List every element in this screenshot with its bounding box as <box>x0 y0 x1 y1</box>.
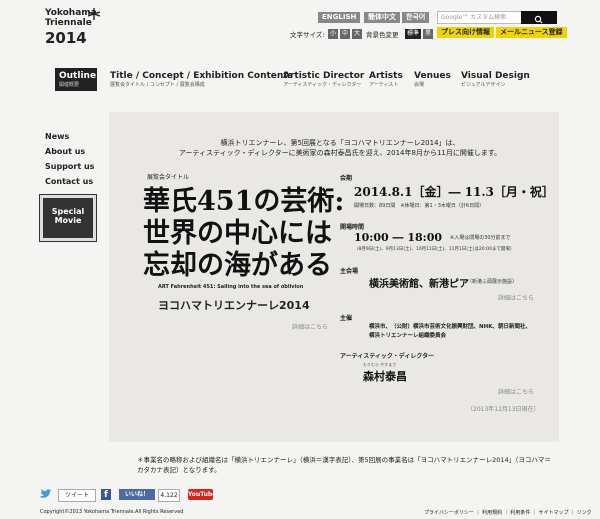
title-english: ART Fahrenheit 451: Sailing into the sea… <box>158 284 304 290</box>
nav-title-concept-label: Title / Concept / Exhibition Contents <box>110 71 293 81</box>
title-label: 展覧会タイトル <box>147 174 190 181</box>
hours-note2: （8月9日(土)、9月13日(土)、10月11日(土)、11月1日(土)は20:… <box>354 247 515 252</box>
nav-artists-sub: アーティスト <box>369 82 399 88</box>
press-info-button[interactable]: プレス向け情報 <box>437 27 494 38</box>
title-line3: 忘却の海がある <box>143 250 332 281</box>
nav-visual-design-label: Visual Design <box>461 71 530 81</box>
logo-year: 2014 <box>45 29 87 47</box>
search-icon <box>534 15 543 24</box>
period-note: 開場日数：89日間 ※休場日：第1・3木曜日（計6日間） <box>354 203 485 209</box>
nav-artists[interactable]: Artists アーティスト <box>369 71 403 89</box>
font-size-small-button[interactable]: 小 <box>328 29 338 39</box>
venue-note: （新港ふ頭展示施設） <box>467 279 518 285</box>
lang-korean-button[interactable]: 한국어 <box>402 12 430 23</box>
search-input[interactable]: Google™ カスタム検索 <box>437 11 522 24</box>
like-button[interactable]: いいね！ <box>119 489 155 500</box>
sidebar-item-news[interactable]: News <box>45 132 69 141</box>
nav-artistic-director[interactable]: Artistic Director アーティスティック・ディレクター <box>283 71 364 89</box>
nav-venues-label: Venues <box>414 71 451 81</box>
sidebar-item-contact-us[interactable]: Contact us <box>45 177 93 186</box>
nav-title-concept-sub: 展覧会タイトル / コンセプト / 展覧会構成 <box>110 82 205 88</box>
venue-label: 主会場 <box>340 268 359 275</box>
organizer-value: 横浜市、（公財）横浜市芸術文化振興財団、NHK、朝日新聞社、 横浜トリエンナーレ… <box>369 323 531 341</box>
hours-note1: ※入場は閉場の30分前まで <box>450 235 511 241</box>
period-value: 2014.8.1［金］― 11.3［月・祝］ <box>354 185 554 199</box>
font-size-label: 文字サイズ: <box>290 31 325 39</box>
font-size-medium-button[interactable]: 中 <box>340 29 350 39</box>
title-line1: 華氏451の芸術: <box>143 186 345 217</box>
sidebar-item-support-us[interactable]: Support us <box>45 162 94 171</box>
title-details-link[interactable]: 詳細はこちら <box>292 322 328 331</box>
copyright: Copyright©2013 Yokohama Triennale.All Ri… <box>40 509 184 515</box>
title-line2: 世界の中心には <box>143 218 332 249</box>
youtube-icon[interactable]: YouTube <box>188 489 216 500</box>
hours-value: 10:00 ― 18:00 <box>354 231 443 244</box>
twitter-icon[interactable] <box>40 489 52 499</box>
lang-english-button[interactable]: ENGLISH <box>318 12 361 23</box>
director-label: アーティスティック・ディレクター <box>340 353 435 360</box>
search-button[interactable] <box>521 11 557 24</box>
sidebar-item-about-us[interactable]: About us <box>45 147 85 156</box>
intro-text: 横浜トリエンナーレ、第5回展となる「ヨコハマトリエンナーレ2014」は、 アーテ… <box>150 138 530 158</box>
lang-chinese-button[interactable]: 簡体中文 <box>364 12 400 23</box>
bg-standard-button[interactable]: 標準 <box>405 29 421 39</box>
organizer-label: 主催 <box>340 315 353 322</box>
logo-star-icon <box>88 8 100 20</box>
like-count: 4,122 <box>158 489 180 502</box>
nav-outline-label: Outline <box>59 71 97 81</box>
tweet-button[interactable]: ツイート <box>58 489 96 502</box>
special-movie-button[interactable]: Special Movie <box>39 194 97 242</box>
naming-note: ＊事業名の略称および組織名は「横浜トリエンナーレ」（横浜＝漢字表記）、第5回展の… <box>137 455 577 475</box>
venue-details-link[interactable]: 詳細はこちら <box>498 293 534 302</box>
director-name: 森村泰昌 <box>363 370 407 383</box>
updated-date: （2013年12月13日現在） <box>467 406 540 413</box>
font-size-large-button[interactable]: 大 <box>352 29 362 39</box>
bg-color-label: 背景色変更 <box>366 31 399 39</box>
intro-line1: 横浜トリエンナーレ、第5回展となる「ヨコハマトリエンナーレ2014」は、 <box>220 139 460 147</box>
venue-value: 横浜美術館、新港ピア <box>369 279 469 290</box>
nav-artistic-director-label: Artistic Director <box>283 71 365 81</box>
event-name: ヨコハマトリエンナーレ2014 <box>158 299 310 312</box>
newsletter-button[interactable]: メールニュース登録 <box>496 27 567 38</box>
nav-venues[interactable]: Venues 会場 <box>414 71 451 89</box>
nav-visual-design-sub: ビジュアルデザイン <box>461 82 506 88</box>
special-movie-line1: Special <box>51 207 85 216</box>
nav-outline-sub: 開催概要 <box>59 82 80 88</box>
nav-title-concept[interactable]: Title / Concept / Exhibition Contents 展覧… <box>110 71 293 89</box>
nav-venues-sub: 会場 <box>414 82 425 88</box>
special-movie-line2: Movie <box>54 216 82 225</box>
organizer-line1: 横浜市、（公財）横浜市芸術文化振興財団、NHK、朝日新聞社、 <box>369 324 531 330</box>
note-line1: ＊事業名の略称および組織名は「横浜トリエンナーレ」（横浜＝漢字表記）、第5回展の… <box>137 456 551 464</box>
facebook-icon[interactable]: f <box>101 489 111 500</box>
intro-line2: アーティスティック・ディレクターに美術家の森村泰昌氏を迎え、2014年8月から1… <box>178 149 502 157</box>
period-label: 会期 <box>340 175 353 182</box>
hours-label: 開場時間 <box>340 224 365 231</box>
nav-artists-label: Artists <box>369 71 403 81</box>
exhibition-title: 華氏451の芸術: 世界の中心には 忘却の海がある <box>143 186 344 282</box>
nav-visual-design[interactable]: Visual Design ビジュアルデザイン <box>461 71 530 89</box>
nav-outline[interactable]: Outline 開催概要 <box>59 71 96 89</box>
note-line2: カタカナ表記）となります。 <box>137 466 221 474</box>
bg-black-button[interactable]: 黒 <box>423 29 433 39</box>
nav-artistic-director-sub: アーティスティック・ディレクター <box>283 82 362 88</box>
footer-links[interactable]: プライバシーポリシー ｜ 利用規約 ｜ 利用条件 ｜ サイトマップ ｜ リンク <box>424 509 592 516</box>
director-details-link[interactable]: 詳細はこちら <box>498 387 534 396</box>
organizer-line2: 横浜トリエンナーレ組織委員会 <box>369 333 447 339</box>
